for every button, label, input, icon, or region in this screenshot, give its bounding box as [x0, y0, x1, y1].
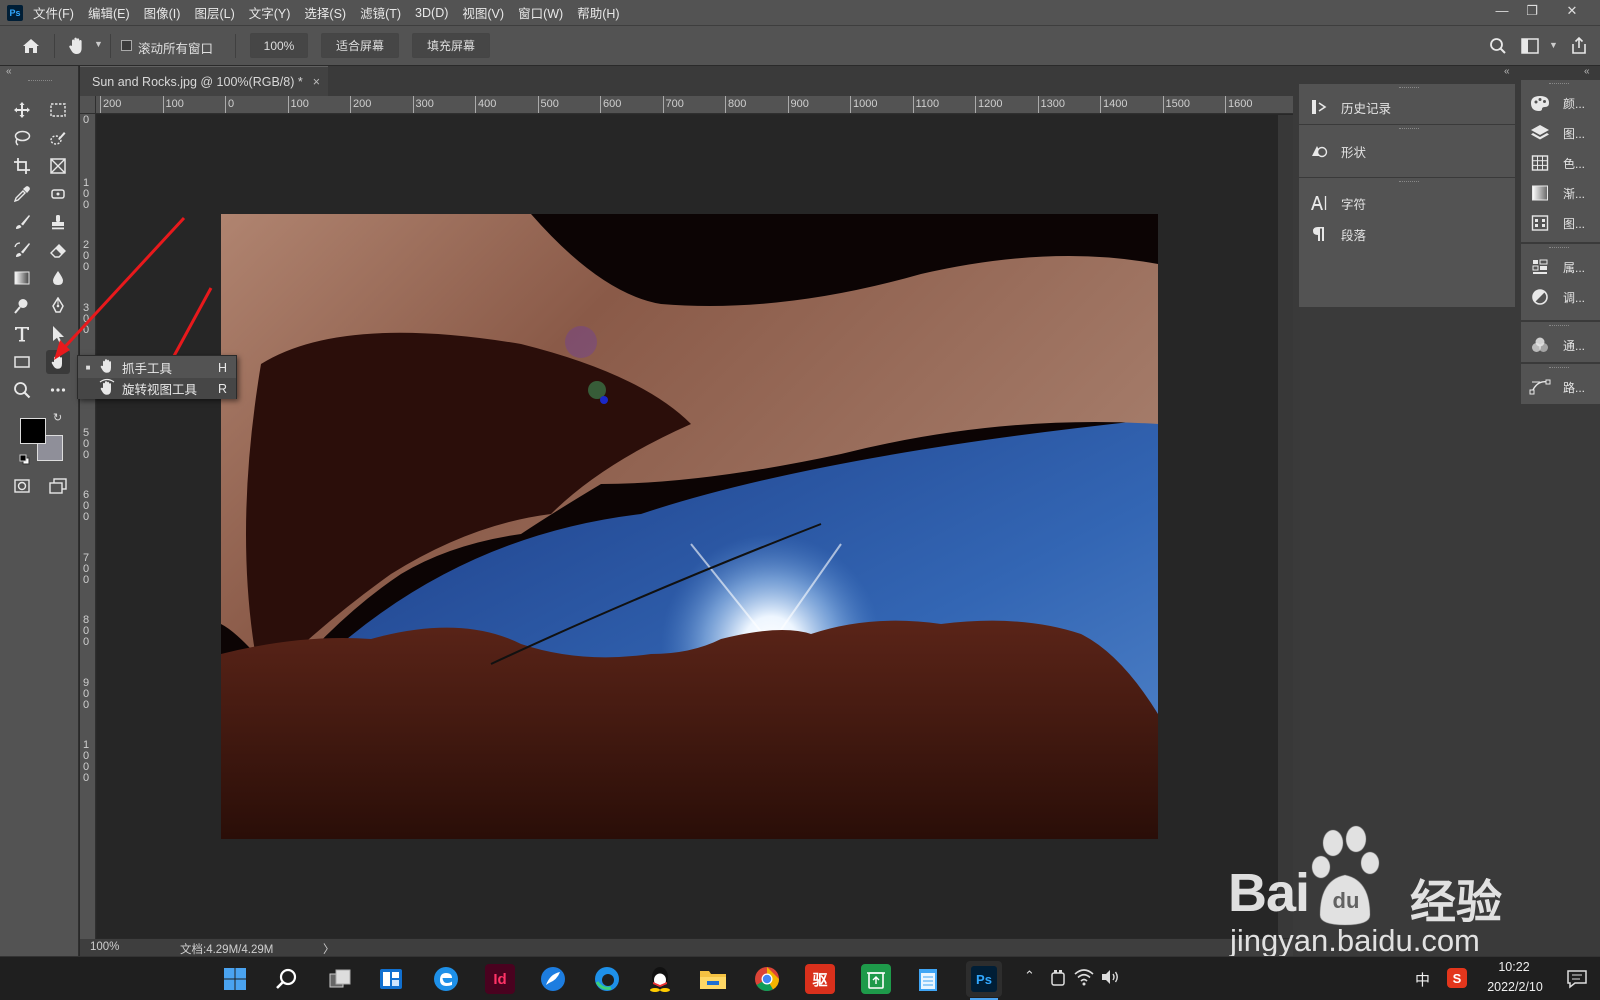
- chrome-icon[interactable]: [752, 964, 782, 994]
- hand-icon: [98, 357, 122, 378]
- ime-indicator[interactable]: 中: [1415, 969, 1430, 990]
- channels-icon: [1529, 336, 1551, 354]
- panel-swatches[interactable]: 色...: [1529, 152, 1585, 174]
- search-icon[interactable]: [272, 964, 302, 994]
- wifi-icon[interactable]: [1074, 968, 1094, 989]
- edge-icon[interactable]: [592, 964, 622, 994]
- layers-icon: [1529, 124, 1551, 142]
- panel-paths[interactable]: 路...: [1529, 376, 1585, 398]
- volume-icon[interactable]: [1100, 968, 1120, 989]
- clock-date[interactable]: 2022/2/10: [1477, 980, 1553, 994]
- flyout-item-rotate-view-tool[interactable]: 旋转视图工具 R: [78, 378, 236, 399]
- baidu-jingyan-watermark: Bai du 经验 jingyan.baidu.com: [1225, 825, 1525, 958]
- indesign-icon[interactable]: Id: [485, 964, 515, 994]
- collapse-dock-icon[interactable]: «: [1504, 66, 1510, 77]
- panel-group-color: 颜... 图... 色... 渐... 图...: [1521, 80, 1600, 242]
- collapse-dock-icon[interactable]: «: [1584, 66, 1590, 77]
- clock-time[interactable]: 10:22: [1484, 960, 1544, 974]
- shapes-icon: [1309, 142, 1329, 160]
- paragraph-icon: [1309, 225, 1329, 243]
- qq-icon[interactable]: [645, 964, 675, 994]
- panel-patterns[interactable]: 图...: [1529, 212, 1585, 234]
- dict-app-icon[interactable]: 驱: [805, 964, 835, 994]
- panel-group-paths: 路...: [1521, 364, 1600, 404]
- notification-icon[interactable]: [1566, 968, 1588, 993]
- panel-gradients[interactable]: 渐...: [1529, 182, 1585, 204]
- paths-icon: [1529, 378, 1551, 396]
- windows-start-icon[interactable]: [220, 964, 250, 994]
- swatches-icon: [1529, 154, 1551, 172]
- active-indicator-icon: ■: [85, 363, 91, 372]
- watermark-url: jingyan.baidu.com: [1230, 923, 1480, 958]
- flyout-item-hand-tool[interactable]: ■ 抓手工具 H: [78, 357, 236, 378]
- patterns-icon: [1529, 214, 1551, 232]
- panel-paragraph[interactable]: 段落: [1309, 222, 1366, 246]
- tray-expand-icon[interactable]: ⌃: [1024, 968, 1035, 984]
- widgets-icon[interactable]: [376, 964, 406, 994]
- watermark-paw-text: du: [1332, 888, 1360, 913]
- panel-layers[interactable]: 图...: [1529, 122, 1585, 144]
- panel-dock-right: « 颜... 图... 色... 渐... 图... 属... 调... 通..…: [1518, 66, 1600, 956]
- panel-group-channels: 通...: [1521, 322, 1600, 362]
- flyout-item-label: 抓手工具: [122, 362, 173, 376]
- panel-group-history: 历史记录 形状: [1299, 84, 1515, 189]
- tray-app-icon[interactable]: [1048, 968, 1068, 991]
- watermark-brand: Bai: [1228, 863, 1310, 923]
- color-icon: [1529, 94, 1551, 112]
- flyout-shortcut: H: [218, 360, 228, 375]
- panel-history[interactable]: 历史记录: [1309, 95, 1391, 119]
- properties-icon: [1529, 258, 1551, 276]
- recycle-app-icon[interactable]: [861, 964, 891, 994]
- panel-color[interactable]: 颜...: [1529, 92, 1585, 114]
- feather-app-icon[interactable]: [538, 964, 568, 994]
- panel-shapes[interactable]: 形状: [1309, 139, 1366, 163]
- notepad-icon[interactable]: [913, 964, 943, 994]
- panel-channels[interactable]: 通...: [1529, 334, 1585, 356]
- panel-properties[interactable]: 属...: [1529, 256, 1585, 278]
- adjustments-icon: [1529, 288, 1551, 306]
- taskbar: Id 驱 Ps ⌃ 中 S 10:22 2022/2/10: [0, 956, 1600, 1000]
- panel-character[interactable]: 字符: [1309, 191, 1366, 215]
- file-explorer-icon[interactable]: [698, 964, 728, 994]
- sogou-ime-icon[interactable]: S: [1447, 968, 1467, 988]
- history-icon: [1309, 98, 1329, 116]
- status-arrow-icon[interactable]: 〉: [323, 941, 335, 957]
- rotate-view-icon: [98, 378, 122, 399]
- flyout-item-label: 旋转视图工具: [122, 383, 198, 397]
- edge-legacy-icon[interactable]: [431, 964, 461, 994]
- task-view-icon[interactable]: [325, 964, 355, 994]
- panel-group-properties: 属... 调...: [1521, 244, 1600, 320]
- status-bar: 100% 文档:4.29M/4.29M 〉: [80, 939, 1293, 956]
- panel-dock-collapsed: « 历史记录 形状 字符 段落: [1293, 66, 1518, 956]
- photoshop-icon: Ps: [971, 966, 997, 992]
- character-icon: [1309, 194, 1329, 212]
- status-zoom[interactable]: 100%: [90, 941, 119, 953]
- status-doc-size: 文档:4.29M/4.29M: [180, 944, 274, 956]
- photoshop-taskbar-icon[interactable]: Ps: [966, 961, 1002, 997]
- hand-tool-flyout: ■ 抓手工具 H 旋转视图工具 R: [77, 355, 237, 399]
- gradient-icon: [1529, 184, 1551, 202]
- flyout-shortcut: R: [218, 381, 228, 396]
- panel-group-type: 字符 段落: [1299, 177, 1515, 307]
- panel-adjustments[interactable]: 调...: [1529, 286, 1585, 308]
